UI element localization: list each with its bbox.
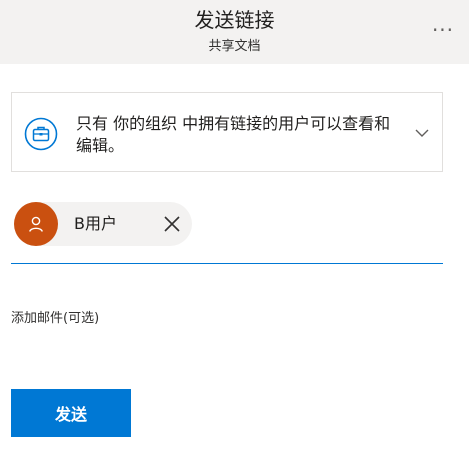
avatar xyxy=(14,202,58,246)
more-options-button[interactable]: ··· xyxy=(429,16,457,44)
more-options-icon: ··· xyxy=(431,18,455,42)
message-input[interactable] xyxy=(11,298,443,338)
chevron-down-icon xyxy=(415,129,429,137)
recipient-chip[interactable]: B用户 xyxy=(14,202,192,246)
link-permission-selector[interactable]: 只有 你的组织 中拥有链接的用户可以查看和编辑。 xyxy=(11,92,443,172)
send-button[interactable]: 发送 xyxy=(11,389,131,437)
recipient-name: B用户 xyxy=(74,214,117,233)
recipient-field[interactable]: B用户 xyxy=(11,198,443,264)
briefcase-icon xyxy=(24,117,58,151)
permission-description: 只有 你的组织 中拥有链接的用户可以查看和编辑。 xyxy=(76,114,391,155)
header: 发送链接 共享文档 ··· xyxy=(0,0,469,64)
close-icon[interactable] xyxy=(162,214,182,234)
dialog-subtitle: 共享文档 xyxy=(208,39,261,54)
dialog-title: 发送链接 xyxy=(194,8,275,32)
person-icon xyxy=(29,216,43,232)
